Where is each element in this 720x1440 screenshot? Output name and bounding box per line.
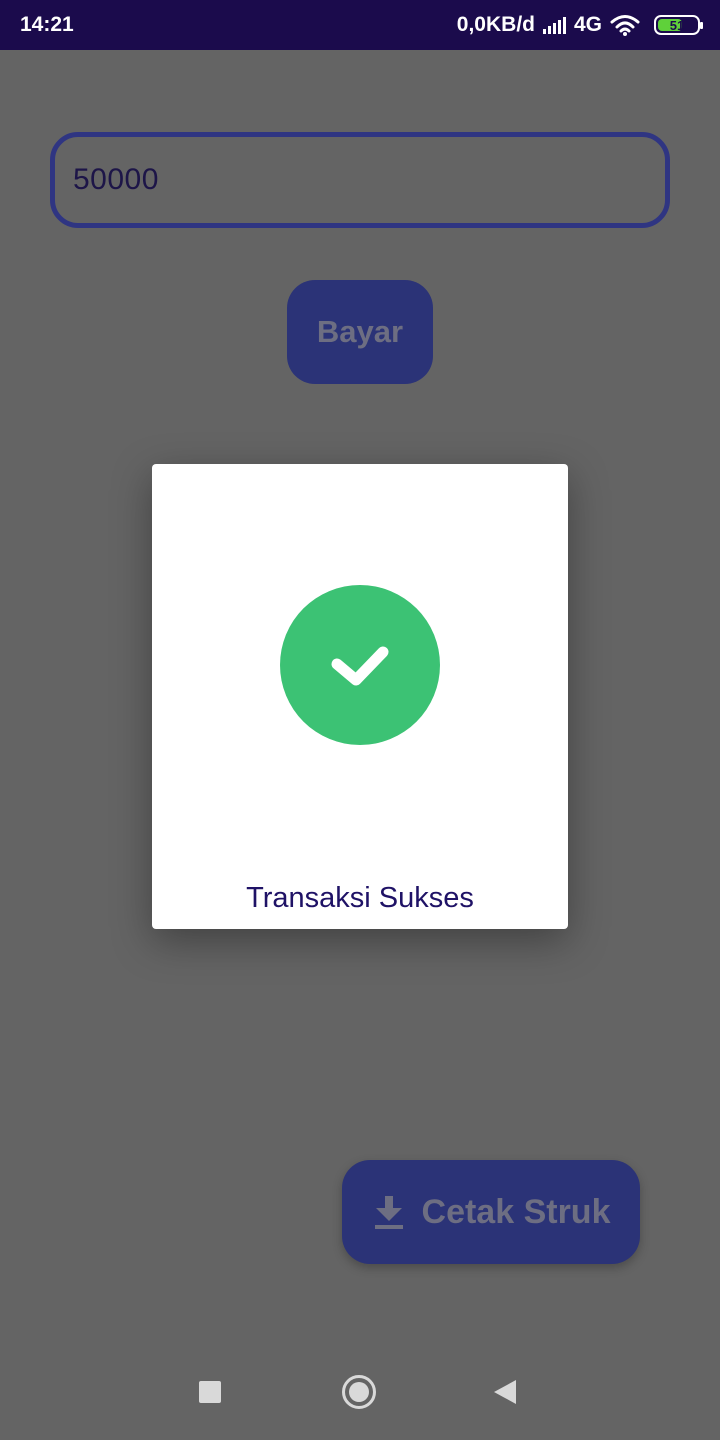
battery-icon: 51	[654, 15, 703, 35]
home-icon[interactable]	[342, 1375, 376, 1409]
signal-icon	[542, 16, 566, 34]
data-rate: 0,0KB/d	[456, 13, 535, 36]
wifi-icon	[610, 15, 640, 36]
dialog-message: Transaksi Sukses	[246, 882, 474, 914]
network-type: 4G	[573, 13, 602, 36]
success-check-icon	[280, 585, 440, 745]
status-bar: 14:21 0,0KB/d 4G 51	[0, 0, 720, 50]
amount-input[interactable]: 50000	[50, 132, 670, 228]
print-receipt-button[interactable]: Cetak Struk	[342, 1160, 640, 1264]
pay-button-label: Bayar	[316, 314, 404, 349]
battery-level: 51	[669, 17, 685, 33]
pay-button[interactable]: Bayar	[287, 280, 433, 384]
download-icon	[374, 1196, 403, 1229]
status-indicators: 0,0KB/d 4G 51	[456, 13, 703, 37]
recent-apps-icon[interactable]	[199, 1381, 221, 1403]
back-icon[interactable]	[494, 1380, 516, 1404]
status-time: 14:21	[20, 13, 74, 36]
success-dialog: Transaksi Sukses	[152, 464, 568, 929]
navigation-bar	[0, 1344, 720, 1440]
amount-value: 50000	[73, 163, 159, 196]
print-receipt-label: Cetak Struk	[421, 1192, 611, 1231]
